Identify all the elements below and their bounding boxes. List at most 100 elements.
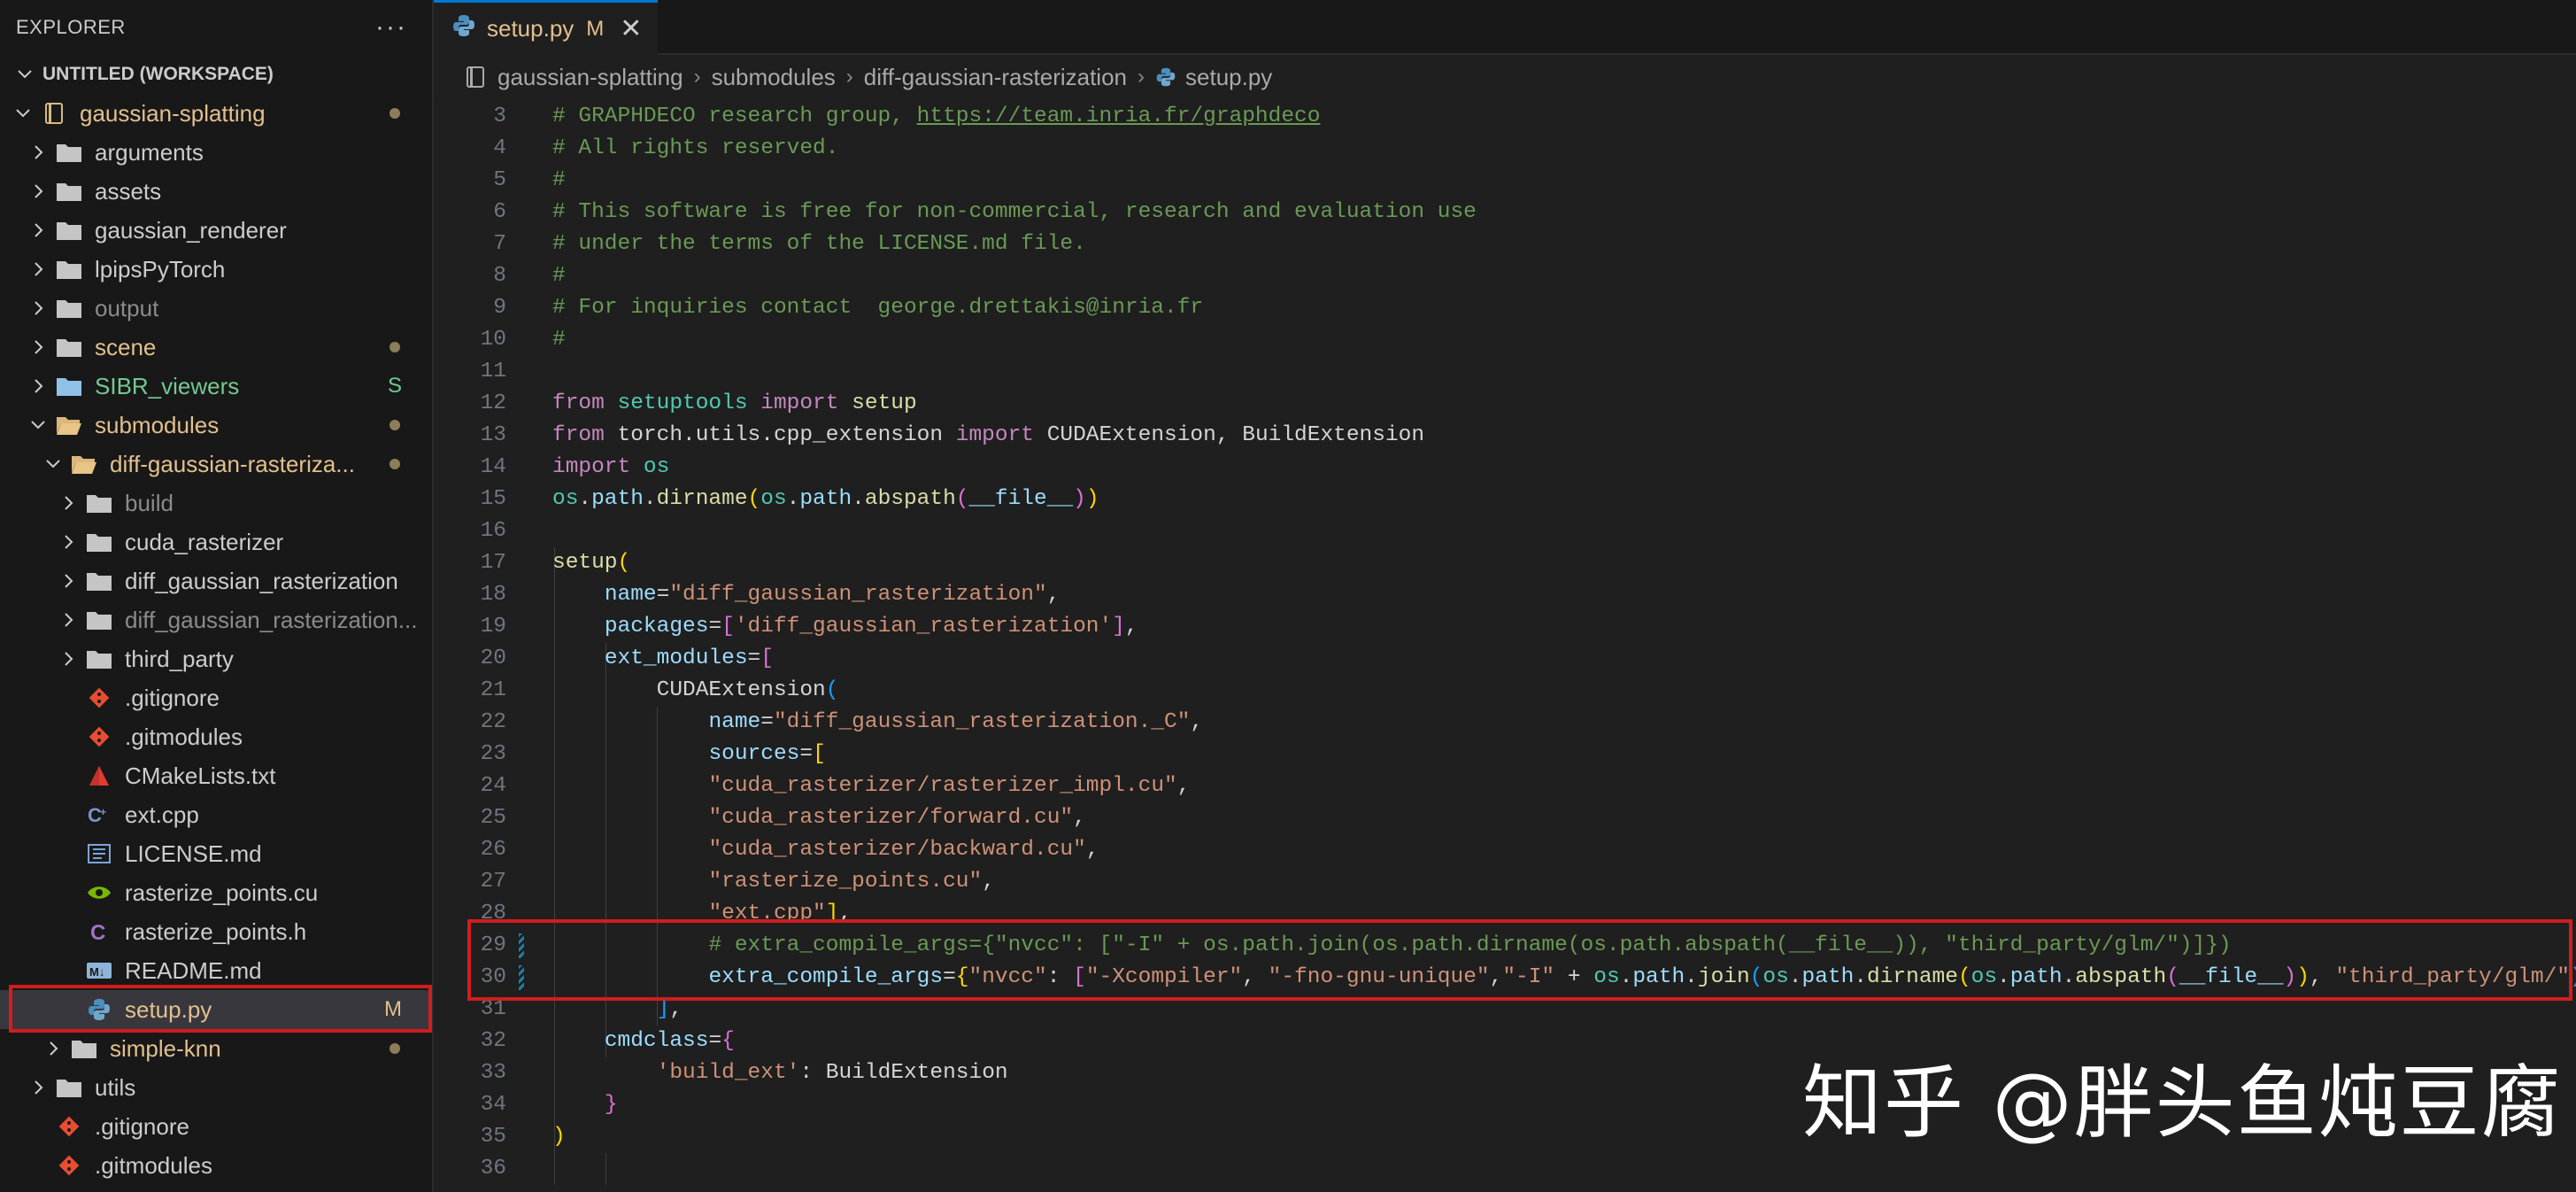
breadcrumb-item-folder[interactable]: diff-gaussian-rasterization — [864, 64, 1127, 91]
tree-item[interactable]: diff_gaussian_rasterization — [0, 561, 432, 600]
tree-item[interactable]: CMakeLists.txt — [0, 756, 432, 795]
repo-icon — [41, 102, 67, 125]
tree-item[interactable]: lpipsPyTorch — [0, 250, 432, 289]
tree-item[interactable]: .gitignore — [0, 1107, 432, 1146]
tree-item[interactable]: .gitmodules — [0, 717, 432, 756]
tree-item[interactable]: setup.py M — [0, 990, 432, 1029]
code-token: name — [604, 583, 657, 607]
code-token: [ — [813, 742, 826, 766]
code-token: . — [1685, 965, 1698, 989]
breadcrumb-item-submodules[interactable]: submodules — [712, 64, 836, 91]
git-icon — [56, 1115, 82, 1138]
line-number: 14 — [480, 455, 506, 479]
code-text: ) — [552, 1121, 566, 1153]
tree-item[interactable]: rasterize_points.cu — [0, 873, 432, 912]
tree-item[interactable]: Crasterize_points.h — [0, 912, 432, 951]
tree-item[interactable]: simple-knn — [0, 1029, 432, 1068]
git-status-badge: S — [387, 374, 402, 398]
folder-icon — [86, 492, 112, 515]
code-token: path — [591, 487, 644, 511]
code-token: ( — [617, 551, 631, 575]
code-line: 6 # This software is free for non-commerc… — [434, 197, 2576, 228]
code-token: . — [852, 487, 865, 511]
code-token: . — [2062, 965, 2076, 989]
cuda-icon — [86, 881, 112, 904]
code-token: ( — [2166, 965, 2179, 989]
code-line: 36 — [434, 1153, 2576, 1185]
code-token: os — [1593, 965, 1620, 989]
breadcrumb-item-repo[interactable]: gaussian-splatting — [497, 64, 683, 91]
tree-item[interactable]: .gitignore — [0, 678, 432, 717]
tree-item[interactable]: utils — [0, 1068, 432, 1107]
line-number: 9 — [493, 296, 506, 320]
code-token: CUDAExtension — [656, 678, 826, 702]
code-line: 12 from setuptools import setup — [434, 388, 2576, 420]
code-editor[interactable]: 3 # GRAPHDECO research group, https://tea… — [434, 101, 2576, 1192]
chevron-right-icon — [58, 609, 79, 631]
code-token: } — [604, 1093, 618, 1117]
line-number: 28 — [480, 902, 506, 925]
code-line: 7 # under the terms of the LICENSE.md fil… — [434, 228, 2576, 260]
line-number: 29 — [480, 933, 506, 957]
more-actions-button[interactable]: ··· — [375, 12, 407, 43]
tree-item[interactable]: submodules — [0, 406, 432, 445]
code-line: 11 — [434, 356, 2576, 388]
tree-item[interactable]: LICENSE.md — [0, 834, 432, 873]
code-token: "-I" — [1502, 965, 1555, 989]
tree-item[interactable]: cuda_rasterizer — [0, 522, 432, 561]
markdown-icon — [86, 842, 112, 865]
code-token: "diff_gaussian_rasterization" — [669, 583, 1047, 607]
workspace-section[interactable]: UNTITLED (WORKSPACE) — [0, 55, 432, 94]
tree-item[interactable]: third_party — [0, 639, 432, 678]
tree-item[interactable]: .gitmodules — [0, 1146, 432, 1185]
tree-item-label: simple-knn — [110, 1034, 221, 1062]
tree-item[interactable]: output — [0, 289, 432, 328]
close-icon[interactable]: ✕ — [620, 13, 642, 44]
line-number: 35 — [480, 1125, 506, 1149]
chevron-right-icon — [58, 492, 79, 514]
tree-item-label: build — [125, 489, 174, 516]
code-line: 19 packages=['diff_gaussian_rasterizatio… — [434, 611, 2576, 643]
code-line: 26 "cuda_rasterizer/backward.cu", — [434, 834, 2576, 866]
tree-item-label: assets — [95, 177, 162, 205]
code-token: ( — [955, 487, 969, 511]
tree-item[interactable]: scene — [0, 328, 432, 367]
code-line: 15 os.path.dirname(os.path.abspath(__file… — [434, 484, 2576, 515]
tree-item[interactable]: build — [0, 484, 432, 522]
chevron-right-icon — [27, 142, 49, 163]
code-token: path — [799, 487, 852, 511]
breadcrumb-item-file[interactable]: setup.py — [1185, 64, 1272, 91]
code-text: extra_compile_args={"nvcc": ["-Xcompiler… — [552, 962, 2576, 994]
code-text: sources=[ — [552, 739, 826, 770]
tree-item[interactable]: diff-gaussian-rasteriza... — [0, 445, 432, 484]
code-token: ) — [1073, 487, 1086, 511]
tree-item[interactable]: arguments — [0, 133, 432, 172]
code-token: os — [1971, 965, 1998, 989]
code-text: ext_modules=[ — [552, 643, 774, 675]
code-text: setup( — [552, 547, 630, 579]
chevron-right-icon — [27, 1077, 49, 1098]
tree-item[interactable]: gaussian_renderer — [0, 211, 432, 250]
code-line: 27 "rasterize_points.cu", — [434, 866, 2576, 898]
code-line: 3 # GRAPHDECO research group, https://tea… — [434, 101, 2576, 133]
line-number: 22 — [480, 710, 506, 734]
line-number: 17 — [480, 551, 506, 575]
line-number: 10 — [480, 328, 506, 352]
tree-item[interactable]: gaussian-splatting — [0, 94, 432, 133]
readme-icon: M↓ — [86, 959, 112, 982]
code-token: import — [760, 391, 852, 415]
tree-item[interactable]: M↓ README.md — [0, 951, 432, 990]
chevron-down-icon — [42, 453, 64, 475]
tree-item[interactable]: assets — [0, 172, 432, 211]
code-token: packages — [604, 615, 709, 639]
tree-item[interactable]: SIBR_viewers S — [0, 367, 432, 406]
git-icon — [56, 1154, 82, 1177]
tree-item-label: .gitignore — [95, 1112, 189, 1140]
tree-item[interactable]: C + ext.cpp — [0, 795, 432, 834]
tab-setup-py[interactable]: setup.py M ✕ — [434, 0, 659, 55]
code-line: 10 # — [434, 324, 2576, 356]
tree-item[interactable]: diff_gaussian_rasterization... — [0, 600, 432, 639]
